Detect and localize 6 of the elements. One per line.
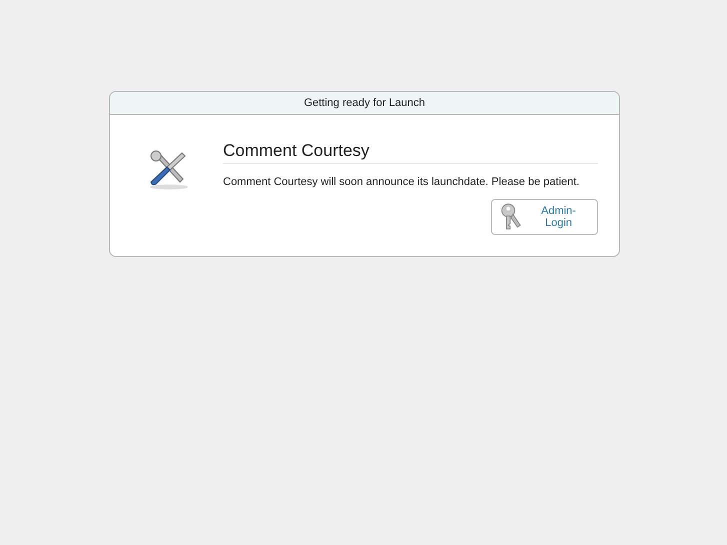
tools-icon [148,150,190,190]
page-title: Comment Courtesy [223,141,598,164]
admin-login-button[interactable]: Admin-Login [491,199,598,235]
keys-icon [500,202,522,232]
panel-title: Getting ready for Launch [304,97,426,109]
message-text: Comment Courtesy will soon announce its launchdate. Please be patient. [223,176,580,188]
